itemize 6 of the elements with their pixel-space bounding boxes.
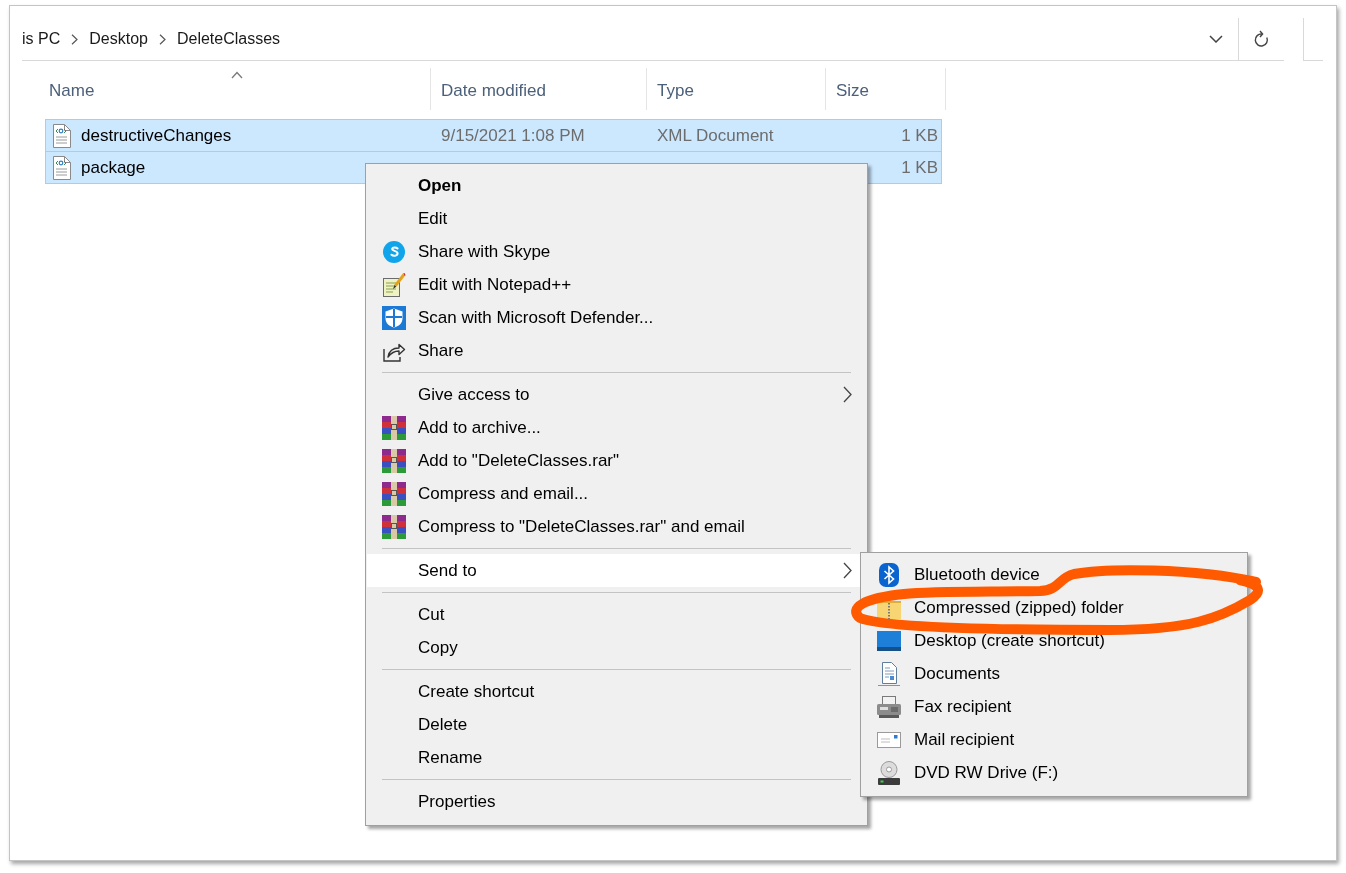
file-type: XML Document — [657, 125, 774, 146]
file-size: 1 KB — [901, 157, 938, 178]
file-size: 1 KB — [901, 125, 938, 146]
file-name: destructiveChanges — [81, 125, 232, 146]
file-name: package — [81, 157, 146, 178]
date-modified: 9/15/2021 1:08 PM — [441, 125, 585, 146]
